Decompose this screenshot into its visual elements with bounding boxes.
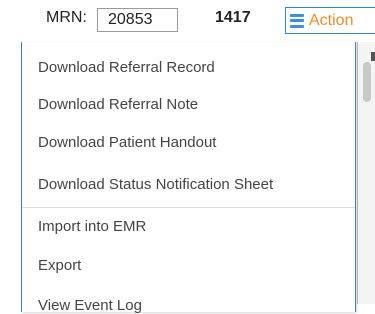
menu-item-download-patient-handout[interactable]: Download Patient Handout bbox=[38, 134, 216, 151]
menu-item-download-status-notification-sheet[interactable]: Download Status Notification Sheet bbox=[38, 176, 273, 193]
menu-item-download-referral-record[interactable]: Download Referral Record bbox=[38, 59, 215, 76]
top-bar: MRN: 20853 1417 Action bbox=[0, 0, 375, 42]
menu-item-export[interactable]: Export bbox=[38, 257, 81, 274]
menu-item-view-event-log[interactable]: View Event Log bbox=[38, 297, 142, 314]
mrn-label: MRN: bbox=[46, 9, 87, 26]
menu-divider bbox=[22, 207, 355, 208]
action-button-label: Action bbox=[309, 11, 354, 29]
action-dropdown-menu: Download Referral Record Download Referr… bbox=[21, 42, 356, 314]
action-button[interactable]: Action bbox=[285, 7, 375, 34]
scrollbar-thumb[interactable] bbox=[363, 62, 371, 102]
mrn-field[interactable]: 20853 bbox=[97, 8, 178, 32]
hamburger-icon bbox=[290, 13, 304, 28]
visit-number: 1417 bbox=[215, 9, 251, 26]
menu-item-download-referral-note[interactable]: Download Referral Note bbox=[38, 96, 198, 113]
panel-edge-mark bbox=[371, 52, 375, 61]
menu-item-import-into-emr[interactable]: Import into EMR bbox=[38, 218, 146, 235]
